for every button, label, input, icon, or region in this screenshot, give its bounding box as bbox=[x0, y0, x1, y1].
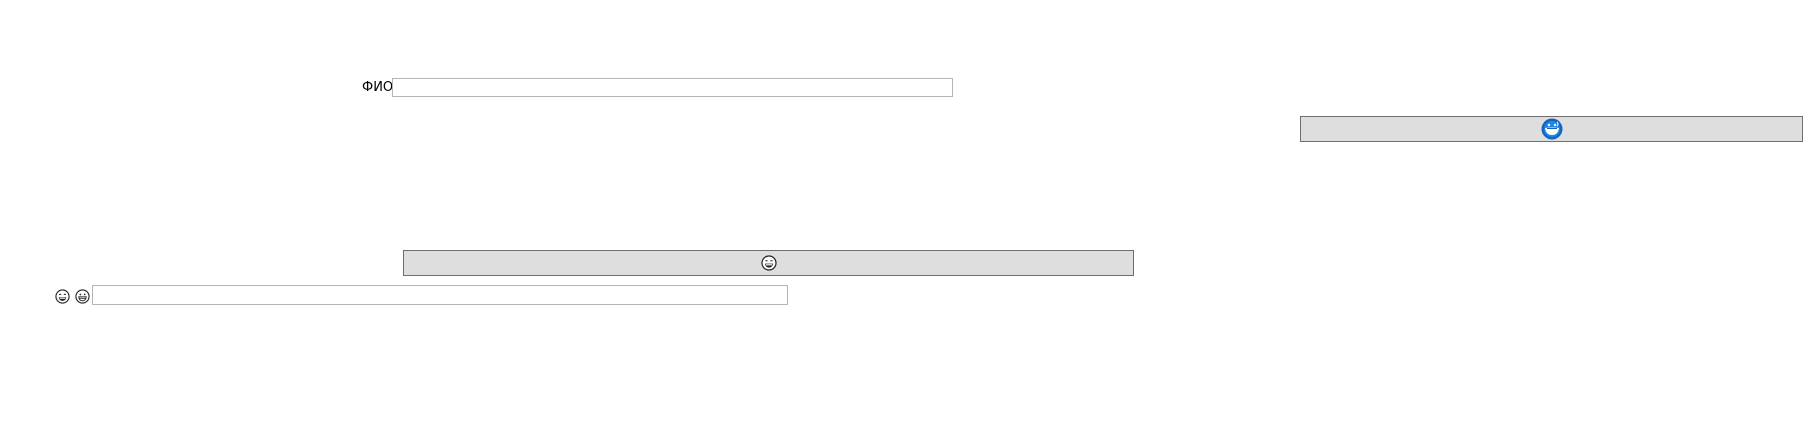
emoji-input[interactable] bbox=[92, 285, 788, 305]
grinning-sweat-face-icon bbox=[760, 255, 777, 271]
emoji-prefix bbox=[55, 287, 90, 305]
grinning-sweat-face-icon bbox=[55, 288, 70, 304]
emoji-button-top[interactable] bbox=[1300, 116, 1803, 142]
grinning-face-icon bbox=[75, 288, 90, 304]
page: ФИО bbox=[0, 0, 1815, 422]
emoji-button-middle[interactable] bbox=[403, 250, 1134, 276]
fio-label: ФИО bbox=[362, 80, 394, 95]
blue-round-emoji-icon bbox=[1541, 118, 1563, 140]
fio-input[interactable] bbox=[392, 78, 953, 97]
